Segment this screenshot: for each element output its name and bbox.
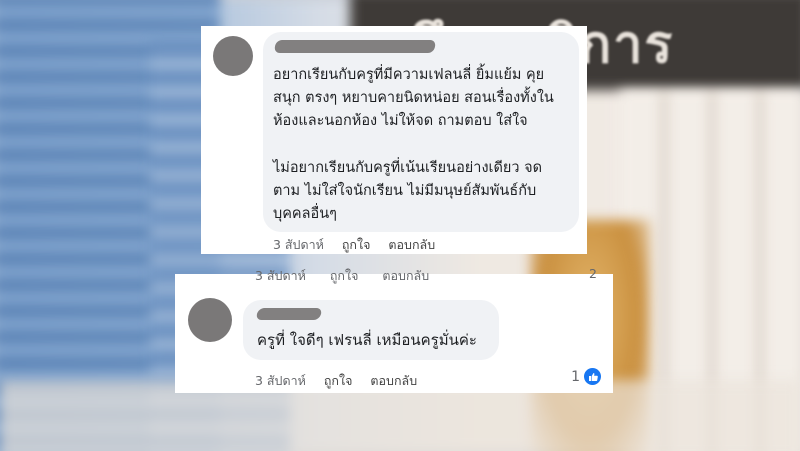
comment-paragraph-2: ไม่อยากเรียนกับครูที่เน้นเรียนอย่างเดียว… [273,157,542,226]
clipped-action-row: 3 สัปดาห์ ถูกใจ ตอบกลับ [255,266,449,286]
clipped-like-link: ถูกใจ [329,268,359,283]
comment-actions: 3 สัปดาห์ ถูกใจ ตอบกลับ [273,235,449,255]
comment-card-2: 3 สัปดาห์ ถูกใจ ตอบกลับ 2 ครูที่ ใจดีๆ เ… [175,266,613,393]
avatar[interactable] [213,36,253,76]
reaction-count: 1 [571,368,580,385]
clipped-reaction-count: 2 [589,266,597,281]
comment-line: บุคคลอื่นๆ [273,206,337,222]
avatar[interactable] [188,298,232,342]
like-link[interactable]: ถูกใจ [324,371,353,391]
comment-text: ครูที่ ใจดีๆ เฟรนลี่ เหมือนครูมั่นค่ะ [257,331,477,349]
clipped-reply-link: ตอบกลับ [382,268,430,283]
redacted-author-name [255,308,323,320]
comment-line: ไม่อยากเรียนกับครูที่เน้นเรียนอย่างเดียว… [273,160,543,176]
reaction-summary[interactable]: 1 [571,368,601,385]
comment-bubble: ครูที่ ใจดีๆ เฟรนลี่ เหมือนครูมั่นค่ะ [243,300,499,360]
comment-actions: 3 สัปดาห์ ถูกใจ ตอบกลับ [255,371,431,391]
comment-timestamp[interactable]: 3 สัปดาห์ [273,235,324,255]
reply-link[interactable]: ตอบกลับ [388,235,435,255]
comment-line: อยากเรียนกับครูที่มีความเฟลนลี่ ยิ้มแย้ม… [273,67,545,83]
comment-card-1: อยากเรียนกับครูที่มีความเฟลนลี่ ยิ้มแย้ม… [201,26,587,254]
redacted-author-name [273,40,437,53]
comment-line: ตาม ไม่ใส่ใจนักเรียน ไม่มีมนุษย์สัมพันธ์… [273,183,537,199]
thumbs-up-icon [584,368,601,385]
clipped-timestamp: 3 สัปดาห์ [255,268,306,283]
reply-link[interactable]: ตอบกลับ [370,371,417,391]
comment-paragraph-1: อยากเรียนกับครูที่มีความเฟลนลี่ ยิ้มแย้ม… [273,64,554,133]
comment-line: ห้องและนอกห้อง ไม่ให้จด ถามตอบ ใส่ใจ [273,113,528,129]
comment-timestamp[interactable]: 3 สัปดาห์ [255,371,306,391]
comment-bubble: อยากเรียนกับครูที่มีความเฟลนลี่ ยิ้มแย้ม… [263,32,579,232]
like-link[interactable]: ถูกใจ [342,235,371,255]
comment-line: สนุก ตรงๆ หยาบคายนิดหน่อย สอนเรื่องทั้งใ… [273,90,554,106]
